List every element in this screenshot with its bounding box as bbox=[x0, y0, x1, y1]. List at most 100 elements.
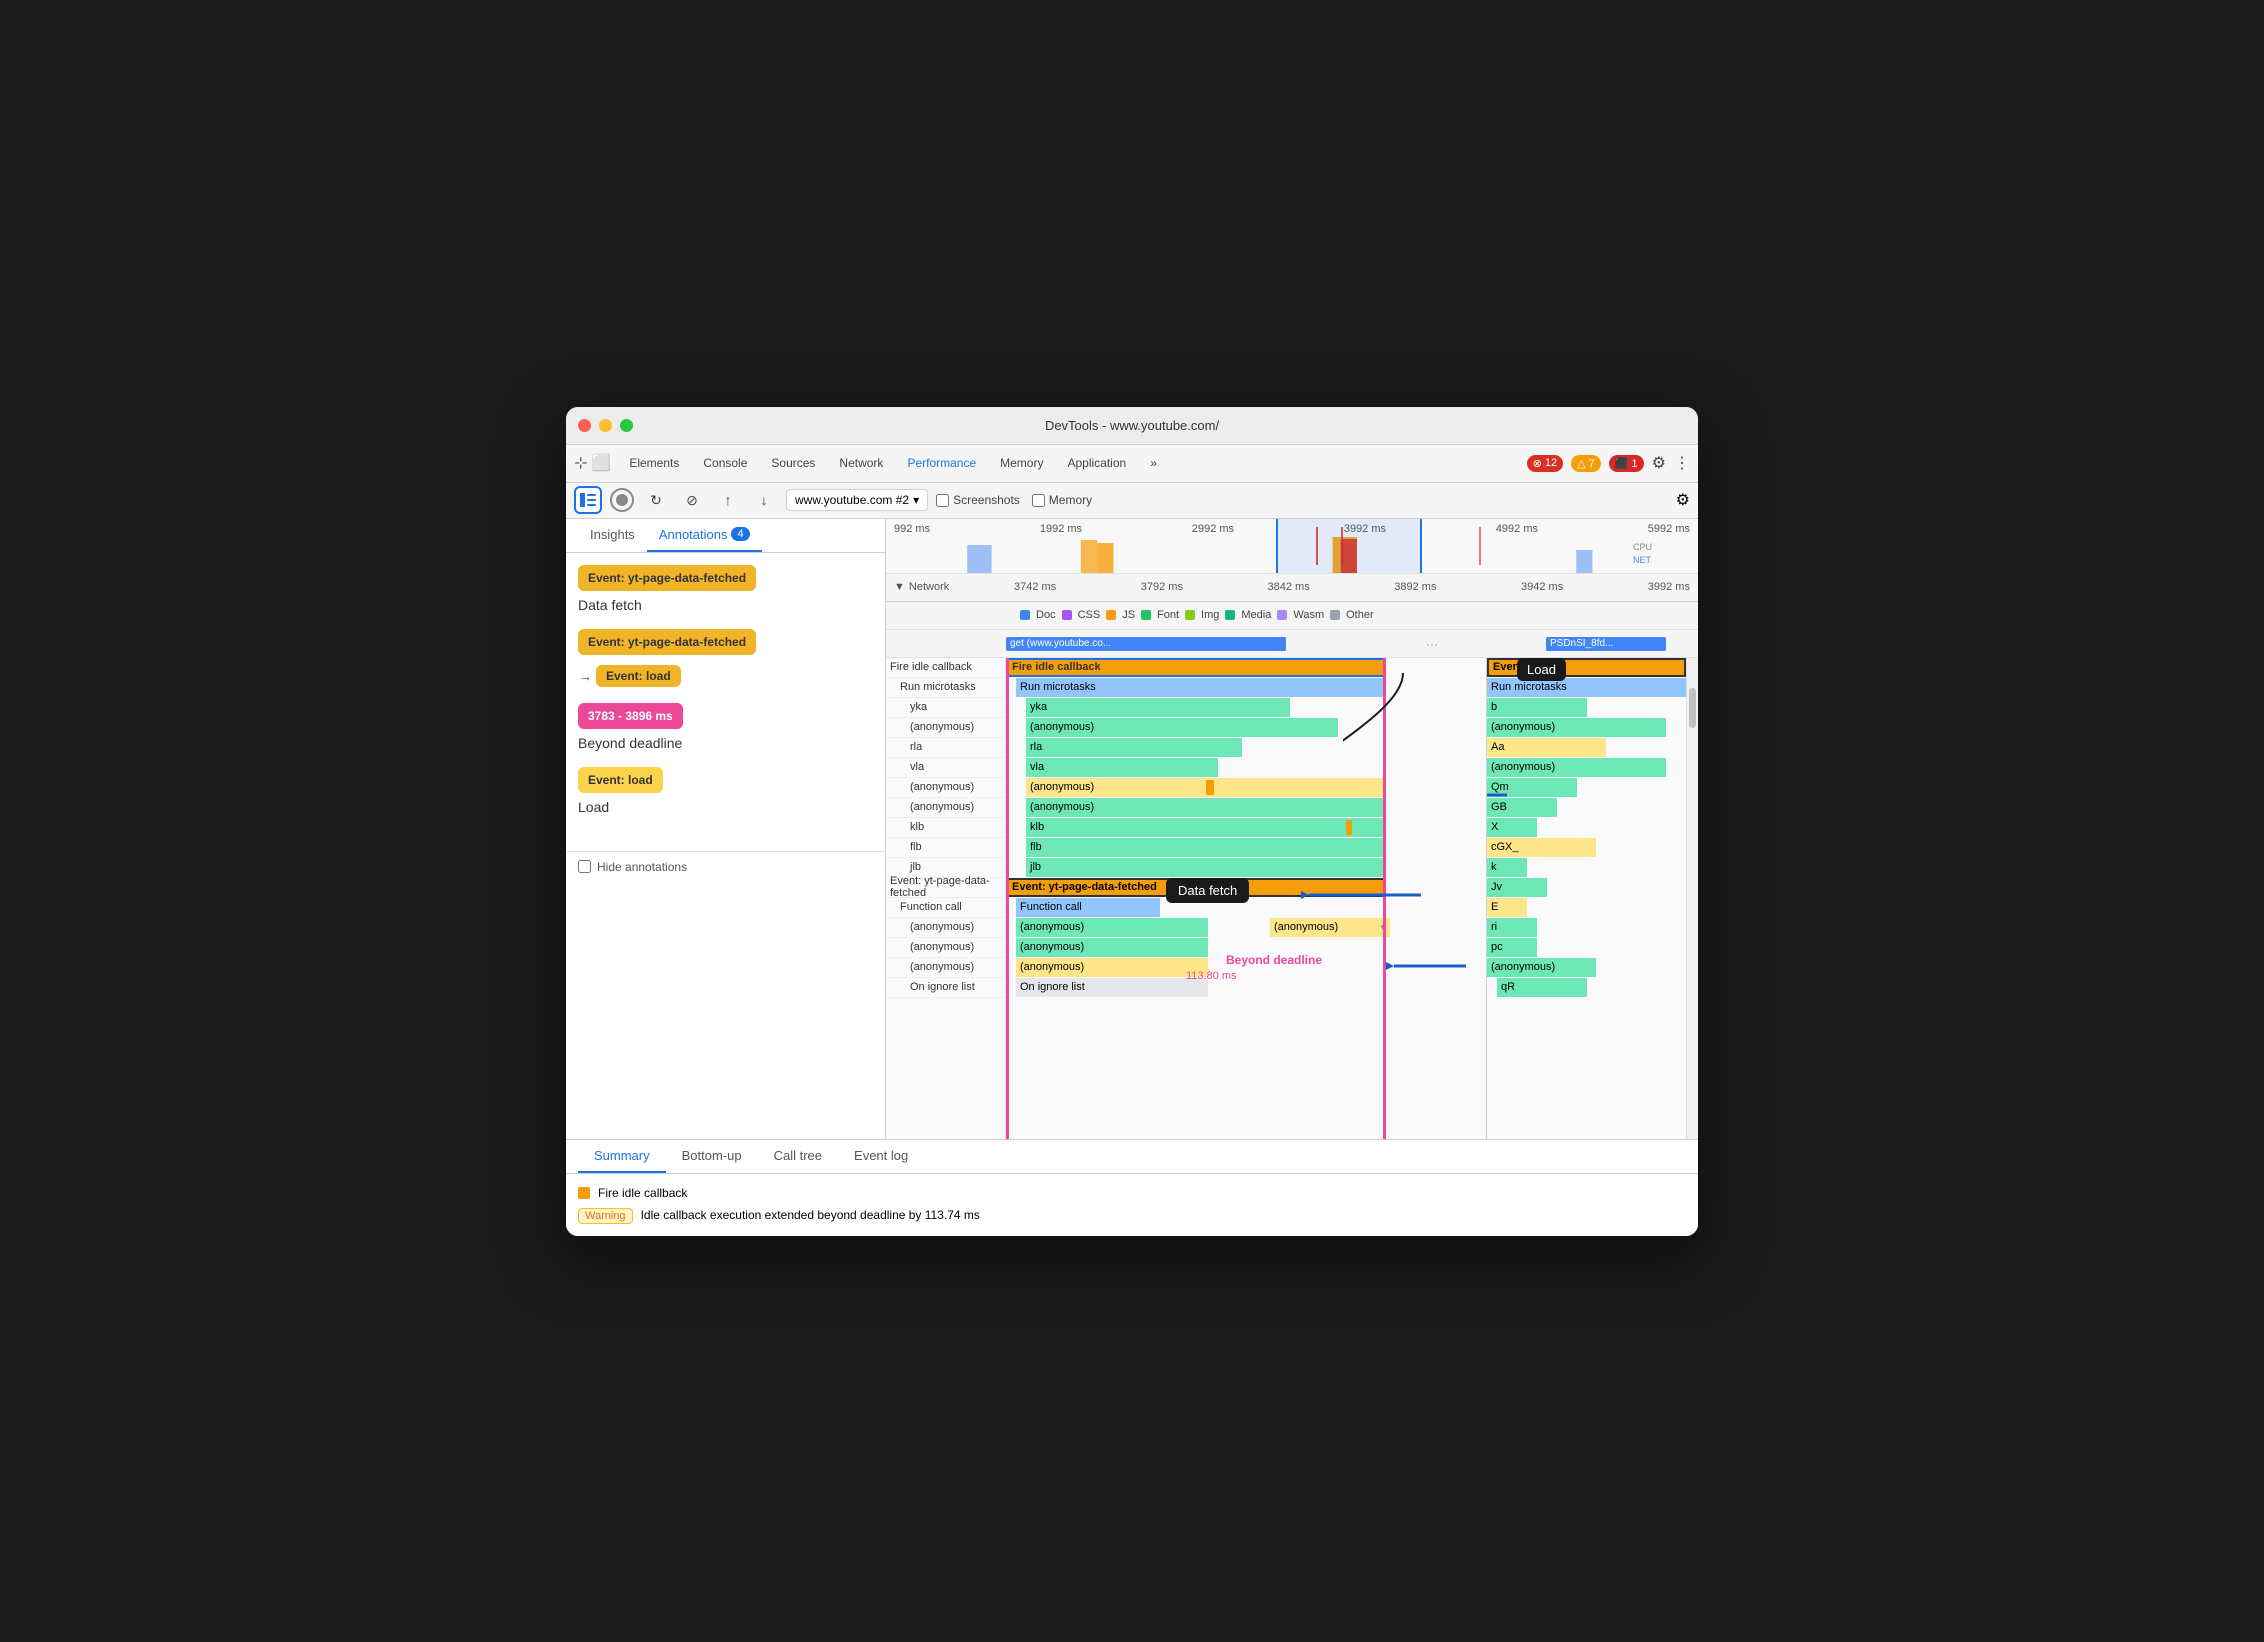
svg-text:CPU: CPU bbox=[1633, 542, 1652, 552]
summary-color-dot bbox=[578, 1187, 590, 1199]
bar-anon-4[interactable]: (anonymous) bbox=[1016, 918, 1208, 937]
legend-css-label: CSS bbox=[1078, 609, 1101, 621]
bar-flb[interactable]: flb bbox=[1026, 838, 1386, 857]
label-row-13: (anonymous) bbox=[886, 918, 1005, 938]
download-button[interactable]: ↓ bbox=[750, 486, 778, 514]
bar-anon-1[interactable]: (anonymous) bbox=[1026, 718, 1338, 737]
tab-performance[interactable]: Performance bbox=[897, 450, 986, 476]
annotation-tag-1: Event: yt-page-data-fetched bbox=[578, 565, 756, 591]
bar-vla[interactable]: vla bbox=[1026, 758, 1218, 777]
bar-anon-ext[interactable]: (anonymous) ▾ bbox=[1270, 918, 1390, 937]
clear-button[interactable]: ⊘ bbox=[678, 486, 706, 514]
sidebar-toggle-button[interactable] bbox=[574, 486, 602, 514]
network-label: ▼ bbox=[894, 581, 905, 593]
close-button[interactable] bbox=[578, 419, 591, 432]
tab-call-tree[interactable]: Call tree bbox=[758, 1140, 838, 1173]
more-icon[interactable]: ⋮ bbox=[1674, 453, 1690, 473]
bar-jlb[interactable]: jlb bbox=[1026, 858, 1386, 877]
warning-row: Warning Idle callback execution extended… bbox=[578, 1204, 1686, 1228]
right-bar-e[interactable]: E bbox=[1487, 898, 1527, 917]
timeline-selection bbox=[1276, 519, 1422, 573]
tab-annotations[interactable]: Annotations 4 bbox=[647, 519, 762, 552]
warn-badge: △ 7 bbox=[1571, 455, 1601, 472]
bar-yka[interactable]: yka bbox=[1026, 698, 1290, 717]
ruler-mark-3: 2992 ms bbox=[1192, 523, 1234, 535]
right-bar-microtasks[interactable]: Run microtasks bbox=[1487, 678, 1686, 697]
right-bar-pc[interactable]: pc bbox=[1487, 938, 1537, 957]
right-bar-b[interactable]: b bbox=[1487, 698, 1587, 717]
right-bar-k[interactable]: k bbox=[1487, 858, 1527, 877]
tab-sources[interactable]: Sources bbox=[761, 450, 825, 476]
reload-button[interactable]: ↻ bbox=[642, 486, 670, 514]
scrollbar-vertical[interactable] bbox=[1686, 658, 1698, 1139]
bar-ignore[interactable]: On ignore list bbox=[1016, 978, 1208, 997]
network-text: Network bbox=[909, 581, 949, 593]
record-button[interactable] bbox=[610, 488, 634, 512]
settings-icon[interactable]: ⚙ bbox=[1652, 453, 1666, 473]
settings-toolbar-icon[interactable]: ⚙ bbox=[1676, 490, 1690, 510]
devtools-window: DevTools - www.youtube.com/ ⊹ ⬜ Elements… bbox=[566, 407, 1698, 1236]
tab-console[interactable]: Console bbox=[693, 450, 757, 476]
right-bar-ri[interactable]: ri bbox=[1487, 918, 1537, 937]
load-tooltip: Load bbox=[1517, 658, 1566, 681]
tab-summary[interactable]: Summary bbox=[578, 1140, 666, 1173]
url-select[interactable]: www.youtube.com #2 ▾ bbox=[786, 489, 928, 511]
right-bar-qr[interactable]: qR bbox=[1497, 978, 1587, 997]
label-row-5: vla bbox=[886, 758, 1005, 778]
bar-fire-idle[interactable]: Fire idle callback bbox=[1006, 658, 1386, 677]
right-bar-anon-2[interactable]: (anonymous) bbox=[1487, 758, 1666, 777]
main-layout: Insights Annotations 4 Event: yt-page-da… bbox=[566, 519, 1698, 1139]
tab-bottom-up[interactable]: Bottom-up bbox=[666, 1140, 758, 1173]
tab-more[interactable]: » bbox=[1140, 450, 1167, 476]
maximize-button[interactable] bbox=[620, 419, 633, 432]
sub-ruler-6: 3992 ms bbox=[1648, 581, 1690, 593]
selector-icon[interactable]: ⊹ bbox=[574, 453, 587, 473]
upload-button[interactable]: ↑ bbox=[714, 486, 742, 514]
data-fetch-tooltip: Data fetch bbox=[1166, 878, 1249, 903]
tab-elements[interactable]: Elements bbox=[619, 450, 689, 476]
right-bar-anon-3[interactable]: (anonymous) bbox=[1487, 958, 1596, 977]
hide-annotations-checkbox[interactable] bbox=[578, 860, 591, 873]
label-row-7: (anonymous) bbox=[886, 798, 1005, 818]
right-bar-aa[interactable]: Aa bbox=[1487, 738, 1606, 757]
label-row-15: (anonymous) bbox=[886, 958, 1005, 978]
right-bar-qm[interactable]: Qm bbox=[1487, 778, 1577, 797]
summary-row: Fire idle callback bbox=[578, 1182, 1686, 1204]
bar-klb[interactable]: klb bbox=[1026, 818, 1386, 837]
bar-function-call[interactable]: Function call bbox=[1016, 898, 1160, 917]
bar-anon-5[interactable]: (anonymous) bbox=[1016, 938, 1208, 957]
tab-insights[interactable]: Insights bbox=[578, 519, 647, 552]
label-row-12: Function call bbox=[886, 898, 1005, 918]
right-bar-x[interactable]: X bbox=[1487, 818, 1537, 837]
svg-text:NET: NET bbox=[1633, 555, 1652, 565]
network-legend-bar: Doc CSS JS Font Img Media Wasm Other bbox=[886, 602, 1698, 630]
sidebar-tabs: Insights Annotations 4 bbox=[566, 519, 885, 553]
bar-run-microtasks-1[interactable]: Run microtasks bbox=[1016, 678, 1386, 697]
tab-memory[interactable]: Memory bbox=[990, 450, 1053, 476]
right-bar-cgx[interactable]: cGX_ bbox=[1487, 838, 1596, 857]
ruler-mark-6: 5992 ms bbox=[1648, 523, 1690, 535]
bottom-content: Fire idle callback Warning Idle callback… bbox=[566, 1174, 1698, 1236]
hide-annotations[interactable]: Hide annotations bbox=[566, 851, 885, 882]
right-bar-gb[interactable]: GB bbox=[1487, 798, 1557, 817]
memory-checkbox[interactable]: Memory bbox=[1032, 493, 1092, 507]
tab-application[interactable]: Application bbox=[1057, 450, 1136, 476]
right-bar-jv[interactable]: Jv bbox=[1487, 878, 1547, 897]
bar-rla[interactable]: rla bbox=[1026, 738, 1242, 757]
sub-ruler-2: 3792 ms bbox=[1141, 581, 1183, 593]
screenshots-checkbox[interactable]: Screenshots bbox=[936, 493, 1020, 507]
minimize-button[interactable] bbox=[599, 419, 612, 432]
bar-anon-3[interactable]: (anonymous) bbox=[1026, 798, 1386, 817]
label-row-14: (anonymous) bbox=[886, 938, 1005, 958]
ellipsis: ··· bbox=[1426, 637, 1438, 651]
tab-network[interactable]: Network bbox=[829, 450, 893, 476]
device-icon[interactable]: ⬜ bbox=[591, 453, 611, 473]
window-title: DevTools - www.youtube.com/ bbox=[1045, 418, 1219, 433]
right-bar-anon-1[interactable]: (anonymous) bbox=[1487, 718, 1666, 737]
ruler-mark-2: 1992 ms bbox=[1040, 523, 1082, 535]
error-badge: ⊗ 12 bbox=[1527, 455, 1563, 472]
tab-event-log[interactable]: Event log bbox=[838, 1140, 924, 1173]
bar-anon-6[interactable]: (anonymous) bbox=[1016, 958, 1208, 977]
sub-ruler-4: 3892 ms bbox=[1394, 581, 1436, 593]
chevron-down-icon: ▾ bbox=[913, 493, 919, 507]
